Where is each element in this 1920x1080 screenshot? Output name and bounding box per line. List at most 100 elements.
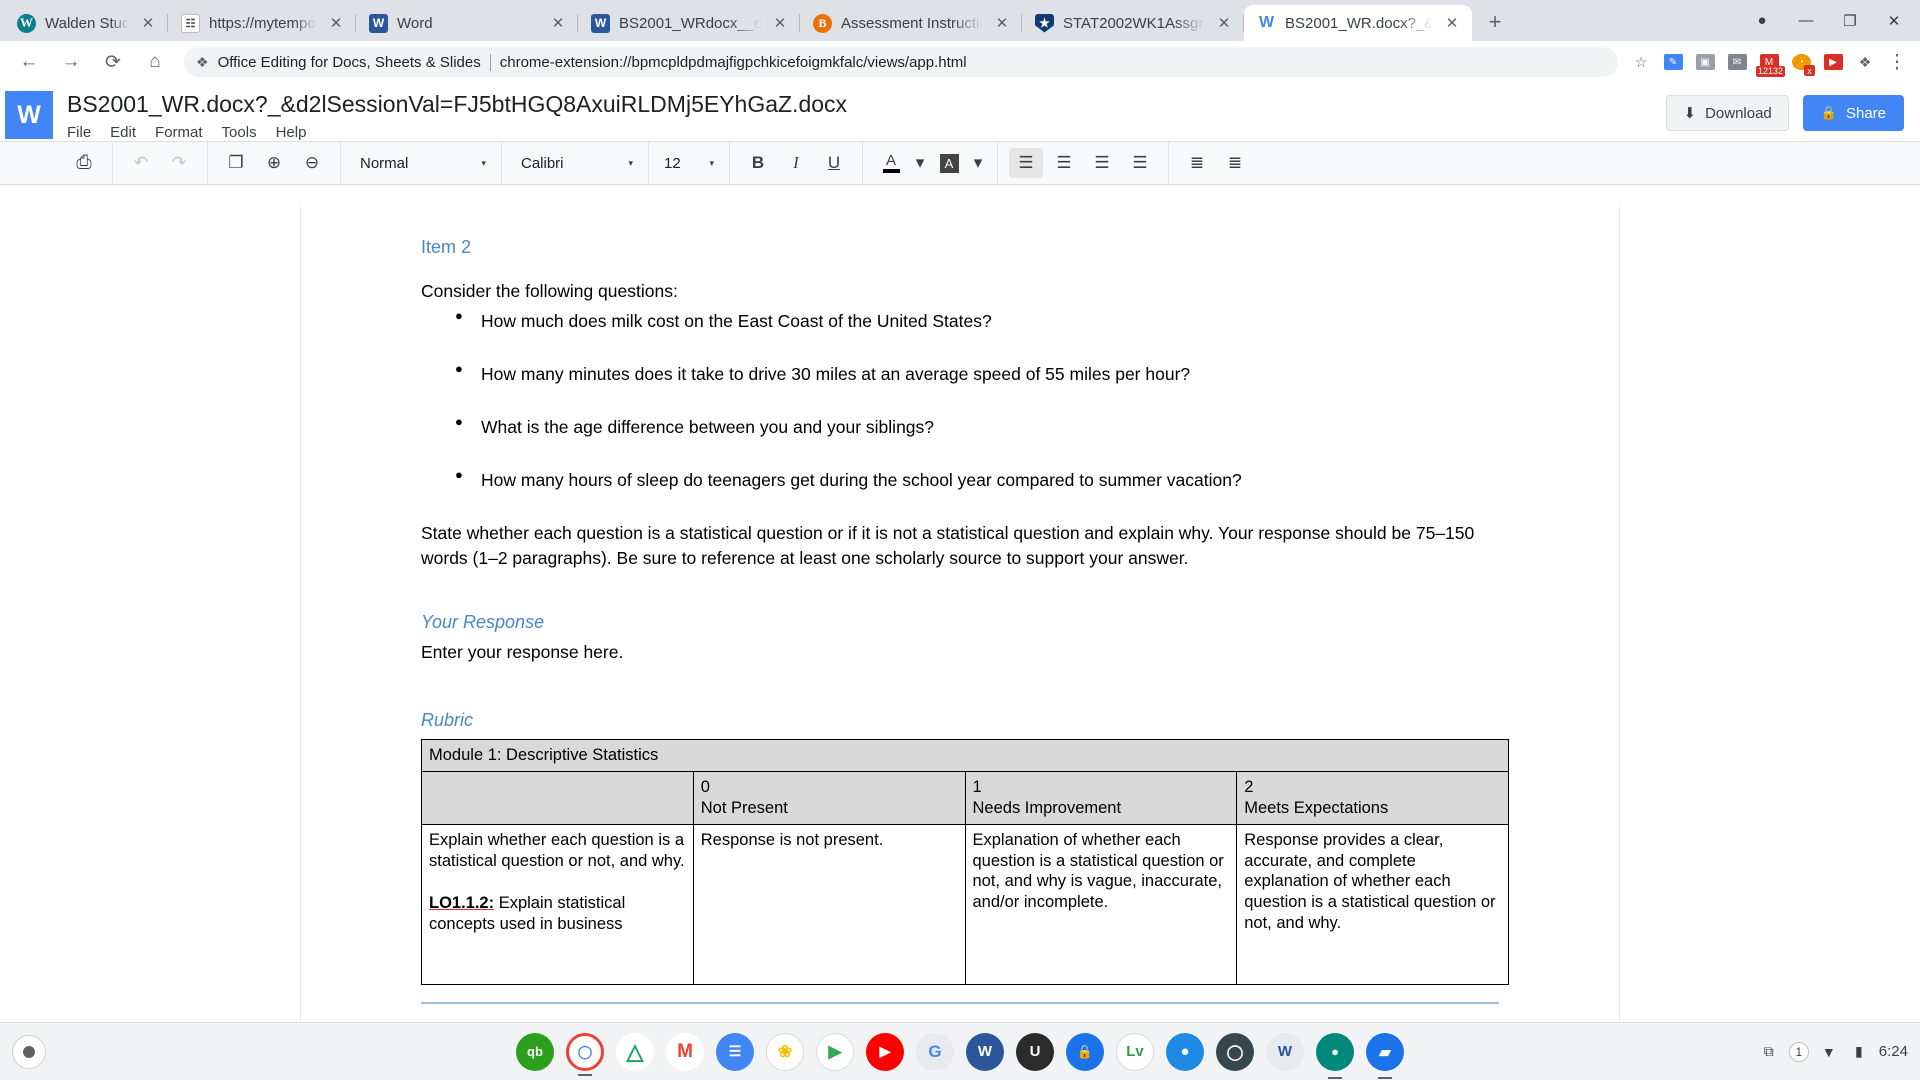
zoom-out-icon[interactable]: ⊖ bbox=[295, 148, 329, 178]
document-canvas[interactable]: Item 2 Consider the following questions:… bbox=[0, 207, 1920, 1022]
tab-close-icon[interactable]: ✕ bbox=[548, 13, 568, 33]
highlight-chevron-down-icon[interactable]: ▾ bbox=[970, 148, 986, 178]
window-close-icon[interactable]: ✕ bbox=[1872, 0, 1916, 41]
numbered-list-button[interactable]: ≣ bbox=[1180, 148, 1214, 178]
chrome-icon[interactable]: ◯ bbox=[566, 1032, 604, 1071]
document-page[interactable]: Item 2 Consider the following questions:… bbox=[300, 207, 1620, 1022]
browser-tab-3[interactable]: W BS2001_WRdocx__d2lS ✕ bbox=[578, 5, 800, 41]
align-justify-button[interactable]: ☰ bbox=[1123, 148, 1157, 178]
tab-close-icon[interactable]: ✕ bbox=[1214, 13, 1234, 33]
lock-app-icon[interactable]: 🔒 bbox=[1066, 1032, 1104, 1071]
mail-grey-icon[interactable]: ✉ bbox=[1722, 47, 1752, 77]
bookmark-star-icon[interactable]: ☆ bbox=[1626, 47, 1656, 77]
new-tab-button[interactable]: + bbox=[1478, 5, 1512, 39]
italic-button[interactable]: I bbox=[779, 148, 813, 178]
browser-tab-2[interactable]: W Word ✕ bbox=[356, 5, 578, 41]
align-left-button[interactable]: ☰ bbox=[1009, 148, 1043, 178]
teal-app-icon[interactable]: ● bbox=[1316, 1032, 1354, 1071]
address-bar[interactable]: ❖ Office Editing for Docs, Sheets & Slid… bbox=[184, 47, 1618, 77]
item-heading: Item 2 bbox=[421, 237, 472, 257]
tab-close-icon[interactable]: ✕ bbox=[138, 13, 158, 33]
bold-button[interactable]: B bbox=[741, 148, 775, 178]
clock-label[interactable]: 6:24 bbox=[1879, 1043, 1908, 1060]
wifi-icon[interactable]: ▼ bbox=[1819, 1042, 1839, 1062]
highlight-color-button[interactable]: A bbox=[932, 148, 966, 178]
headphones-icon[interactable]: ◯ bbox=[1216, 1032, 1254, 1071]
tab-close-icon[interactable]: ✕ bbox=[1442, 13, 1462, 33]
fit-page-icon[interactable]: ❐ bbox=[219, 148, 253, 178]
undo-icon[interactable]: ↶ bbox=[124, 148, 158, 178]
font-size-select[interactable]: 12 ▾ bbox=[658, 148, 720, 178]
launcher-icon[interactable] bbox=[12, 1034, 46, 1069]
clock-orange-icon[interactable]: ◔ x bbox=[1786, 47, 1816, 77]
google-search-icon[interactable]: G bbox=[916, 1032, 954, 1071]
browser-tab-6-active[interactable]: W BS2001_WR.docx?_&d ✕ bbox=[1244, 5, 1472, 41]
play-store-icon[interactable]: ▶ bbox=[816, 1032, 854, 1071]
menu-help[interactable]: Help bbox=[276, 122, 318, 143]
gmail-icon[interactable]: M bbox=[666, 1032, 704, 1071]
water-drop-icon[interactable]: ● bbox=[1166, 1032, 1204, 1071]
youtube-icon[interactable]: ▶ bbox=[866, 1032, 904, 1071]
download-icon: ⬇ bbox=[1683, 105, 1697, 122]
rubric-col-2: 2 Meets Expectations bbox=[1236, 771, 1509, 825]
rubric-col-0-label: Not Present bbox=[700, 798, 788, 817]
menu-edit[interactable]: Edit bbox=[110, 122, 147, 143]
screenshot-icon[interactable]: ⧉ bbox=[1759, 1042, 1779, 1062]
menu-file[interactable]: File bbox=[67, 122, 102, 143]
window-minimize-icon[interactable]: — bbox=[1784, 0, 1828, 41]
bulleted-list-button[interactable]: ≣ bbox=[1218, 148, 1252, 178]
paragraph-style-select[interactable]: Normal ▾ bbox=[350, 148, 492, 178]
edit-note-icon[interactable]: ✎ bbox=[1658, 47, 1688, 77]
google-drive-icon[interactable]: △ bbox=[616, 1032, 654, 1071]
word-icon[interactable]: W bbox=[966, 1032, 1004, 1071]
browser-tab-1[interactable]: ☷ https://mytempo.walde ✕ bbox=[168, 5, 356, 41]
print-icon[interactable]: ⎙ bbox=[67, 148, 101, 178]
tab-close-icon[interactable]: ✕ bbox=[992, 13, 1012, 33]
battery-icon[interactable]: ▮ bbox=[1849, 1042, 1869, 1062]
lv-icon[interactable]: Lv bbox=[1116, 1032, 1154, 1071]
forward-icon[interactable]: → bbox=[53, 44, 89, 80]
share-button[interactable]: 🔒 Share bbox=[1802, 95, 1904, 131]
font-family-select[interactable]: Calibri ▾ bbox=[511, 148, 639, 178]
align-right-button[interactable]: ☰ bbox=[1085, 148, 1119, 178]
extensions-icon[interactable]: ❖ bbox=[1850, 47, 1880, 77]
menu-tools[interactable]: Tools bbox=[222, 122, 268, 143]
tab-close-icon[interactable]: ✕ bbox=[770, 13, 790, 33]
rubric-col-2-score: 2 bbox=[1244, 778, 1254, 797]
photos-icon[interactable]: ❀ bbox=[766, 1032, 804, 1071]
text-color-button[interactable]: A bbox=[874, 148, 908, 178]
files-icon[interactable]: ▰ bbox=[1366, 1032, 1404, 1071]
chevron-down-icon: ▾ bbox=[628, 157, 633, 168]
word-grey-icon[interactable]: W bbox=[1266, 1032, 1304, 1071]
underline-button[interactable]: U bbox=[817, 148, 851, 178]
quickbooks-icon[interactable]: qb bbox=[516, 1032, 554, 1071]
cast-glyph: ▣ bbox=[1695, 54, 1715, 70]
instruction-paragraph: State whether each question is a statist… bbox=[421, 522, 1475, 568]
system-tray[interactable]: ⧉ 1 ▼ ▮ 6:24 bbox=[1759, 1041, 1908, 1062]
reload-icon[interactable]: ⟳ bbox=[95, 44, 131, 80]
back-icon[interactable]: ← bbox=[11, 44, 47, 80]
browser-tab-0[interactable]: W Walden Students | Wald ✕ bbox=[4, 5, 168, 41]
download-button[interactable]: ⬇ Download bbox=[1666, 95, 1789, 131]
gmail-icon[interactable]: M 12132 bbox=[1754, 47, 1786, 77]
zoom-in-icon[interactable]: ⊕ bbox=[257, 148, 291, 178]
google-docs-icon[interactable]: ☰ bbox=[716, 1032, 754, 1071]
redo-icon[interactable]: ↷ bbox=[162, 148, 196, 178]
text-color-chevron-down-icon[interactable]: ▾ bbox=[912, 148, 928, 178]
megaphone-icon[interactable]: ▶ bbox=[1818, 47, 1848, 77]
notification-count-badge[interactable]: 1 bbox=[1788, 1041, 1809, 1062]
text-color-glyph: A bbox=[885, 151, 896, 169]
udemy-icon[interactable]: U bbox=[1016, 1032, 1054, 1071]
cast-icon[interactable]: ▣ bbox=[1690, 47, 1720, 77]
list-item: What is the age difference between you a… bbox=[455, 413, 1499, 440]
home-icon[interactable]: ⌂ bbox=[137, 44, 173, 80]
intro-text: Consider the following questions: bbox=[421, 280, 678, 301]
window-extra-icon[interactable]: ● bbox=[1740, 0, 1784, 41]
browser-tab-5[interactable]: ★ STAT2002WK1AssgnBa ✕ bbox=[1022, 5, 1244, 41]
align-center-button[interactable]: ☰ bbox=[1047, 148, 1081, 178]
chrome-menu-icon[interactable]: ⋮ bbox=[1882, 47, 1912, 77]
tab-close-icon[interactable]: ✕ bbox=[326, 13, 346, 33]
window-maximize-icon[interactable]: ❐ bbox=[1828, 0, 1872, 41]
menu-format[interactable]: Format bbox=[155, 122, 214, 143]
browser-tab-4[interactable]: B Assessment Instruction ✕ bbox=[800, 5, 1022, 41]
